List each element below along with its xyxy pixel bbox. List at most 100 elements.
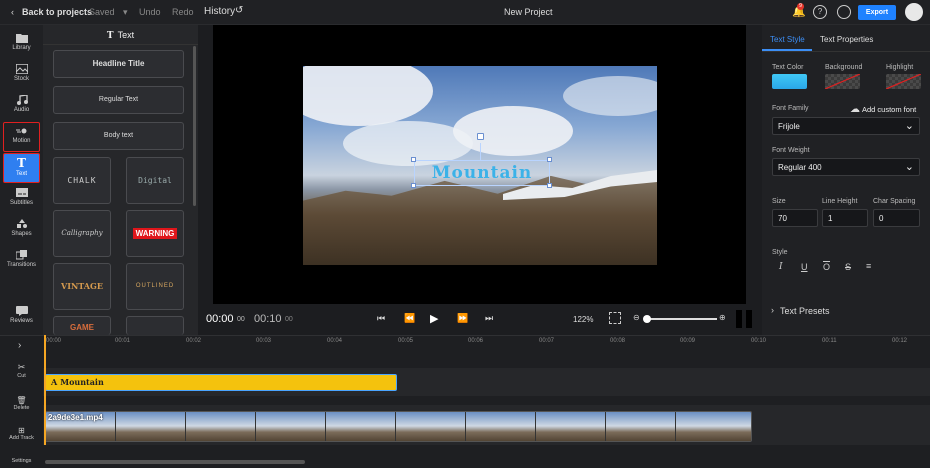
highlight-label: Highlight: [886, 64, 914, 71]
nav-text[interactable]: T Text: [3, 153, 40, 183]
resize-handle[interactable]: [411, 183, 416, 188]
highlight-swatch[interactable]: [885, 73, 922, 90]
avatar[interactable]: [905, 3, 923, 21]
play-icon[interactable]: ▶: [430, 312, 438, 325]
rewind-icon[interactable]: ⏪: [404, 313, 415, 324]
split-view-icon[interactable]: [746, 310, 752, 328]
timeline-scrollbar[interactable]: [45, 460, 305, 464]
nav-shapes[interactable]: Shapes: [3, 216, 40, 244]
font-weight-select[interactable]: Regular 400 ⌄: [772, 158, 920, 176]
video-clip[interactable]: 2a9de3e1.mp4: [45, 411, 752, 442]
text-color-swatch[interactable]: [772, 74, 807, 89]
ruler-tick: 00:00: [46, 338, 62, 344]
overline-icon[interactable]: O: [823, 262, 830, 272]
cloud-upload-icon[interactable]: ☁: [850, 104, 860, 115]
body-text-button[interactable]: Body text: [53, 122, 184, 150]
char-spacing-input[interactable]: 0: [873, 209, 920, 227]
nav-transitions[interactable]: Transitions: [3, 247, 40, 275]
folder-icon: [15, 34, 28, 43]
underline-icon[interactable]: U: [801, 262, 808, 272]
chevron-down-icon: ⌄: [904, 120, 914, 132]
text-overlay[interactable]: Mountain: [414, 160, 550, 186]
redo-button[interactable]: Redo: [172, 7, 194, 17]
cut-button[interactable]: ✂ Cut: [0, 362, 43, 379]
nav-label: Shapes: [11, 231, 32, 237]
stock-icon: [15, 64, 28, 74]
motion-icon: [15, 128, 26, 134]
font-family-select[interactable]: Frijole ⌄: [772, 117, 920, 135]
regular-text-button[interactable]: Regular Text: [53, 86, 184, 114]
export-button[interactable]: Export: [858, 5, 896, 20]
text-clip-icon: A: [51, 377, 58, 387]
size-input[interactable]: 70: [772, 209, 818, 227]
project-title[interactable]: New Project: [504, 7, 553, 17]
background-swatch[interactable]: [824, 73, 861, 90]
panel-scrollbar[interactable]: [193, 46, 196, 206]
rotate-handle[interactable]: [477, 133, 484, 140]
tab-text-properties[interactable]: Text Properties: [820, 35, 873, 44]
resize-handle[interactable]: [547, 157, 552, 162]
nav-stock[interactable]: Stock: [3, 61, 40, 89]
nav-motion[interactable]: Motion: [3, 122, 40, 152]
back-to-projects-button[interactable]: Back to projects: [22, 7, 92, 17]
font-weight-value: Regular 400: [778, 163, 822, 172]
zoom-level[interactable]: 122%: [573, 315, 593, 324]
globe-icon[interactable]: [837, 5, 851, 19]
text-style-vintage[interactable]: VINTAGE: [53, 263, 111, 310]
text-presets-toggle[interactable]: Text Presets: [780, 306, 830, 316]
history-icon[interactable]: ↺: [235, 5, 243, 16]
zoom-out-icon[interactable]: ⊖: [633, 313, 640, 322]
settings-button[interactable]: Settings: [0, 458, 43, 464]
history-button[interactable]: History: [204, 6, 235, 17]
zoom-slider[interactable]: [644, 318, 717, 320]
text-style-calligraphy[interactable]: Calligraphy: [53, 210, 111, 257]
timeline: › ✂ Cut 🗑 Delete ⊞ Add Track Settings: [0, 335, 930, 468]
video-thumbnail: [186, 412, 256, 441]
zoom-slider-handle[interactable]: [643, 315, 651, 323]
text-style-warning[interactable]: WARNING: [126, 210, 184, 257]
video-thumbnail: [536, 412, 606, 441]
add-track-button[interactable]: ⊞ Add Track: [0, 426, 43, 441]
nav-audio[interactable]: Audio: [3, 92, 40, 120]
playhead[interactable]: [44, 335, 46, 445]
expand-chevron-icon[interactable]: ›: [18, 340, 21, 351]
text-clip[interactable]: A Mountain: [45, 374, 397, 391]
line-height-input[interactable]: 1: [822, 209, 868, 227]
help-icon[interactable]: ?: [813, 5, 827, 19]
nav-subtitles[interactable]: Subtitles: [3, 185, 40, 213]
video-thumbnail: [326, 412, 396, 441]
undo-button[interactable]: Undo: [139, 7, 161, 17]
scissors-icon: ✂: [17, 362, 26, 372]
nav-reviews[interactable]: Reviews: [3, 303, 40, 331]
nav-library[interactable]: Library: [3, 30, 40, 58]
text-style-chalk[interactable]: CHALK: [53, 157, 111, 204]
back-chevron-icon[interactable]: ‹: [11, 7, 14, 17]
saved-dropdown-icon[interactable]: ▾: [123, 7, 128, 18]
tab-divider: [762, 51, 930, 52]
tab-text-style[interactable]: Text Style: [770, 35, 805, 44]
delete-button[interactable]: 🗑 Delete: [0, 396, 43, 411]
char-spacing-label: Char Spacing: [873, 198, 916, 205]
ruler-tick: 00:09: [680, 338, 696, 344]
text-style-extra[interactable]: [126, 316, 184, 335]
shapes-icon: [16, 219, 27, 228]
headline-title-button[interactable]: Headline Title: [53, 50, 184, 78]
text-style-outlined[interactable]: OUTLINED: [126, 263, 184, 310]
split-view-icon[interactable]: [736, 310, 742, 328]
zoom-in-icon[interactable]: ⊕: [719, 313, 726, 322]
align-icon[interactable]: ≡: [866, 261, 871, 271]
resize-handle[interactable]: [411, 157, 416, 162]
style-label: Style: [772, 249, 788, 256]
text-style-game[interactable]: GAME: [53, 316, 111, 335]
video-thumbnail: [396, 412, 466, 441]
resize-handle[interactable]: [547, 183, 552, 188]
strikethrough-icon[interactable]: S: [845, 262, 851, 272]
add-custom-font-link[interactable]: Add custom font: [862, 105, 916, 114]
skip-start-icon[interactable]: ⏮: [377, 313, 385, 324]
fast-forward-icon[interactable]: ⏩: [457, 313, 468, 324]
skip-end-icon[interactable]: ⏭: [485, 313, 493, 324]
fullscreen-icon[interactable]: [609, 312, 621, 324]
italic-icon[interactable]: I: [779, 262, 783, 272]
text-style-digital[interactable]: Digital: [126, 157, 184, 204]
timeline-ruler[interactable]: 00:00 00:01 00:02 00:03 00:04 00:05 00:0…: [43, 335, 930, 349]
